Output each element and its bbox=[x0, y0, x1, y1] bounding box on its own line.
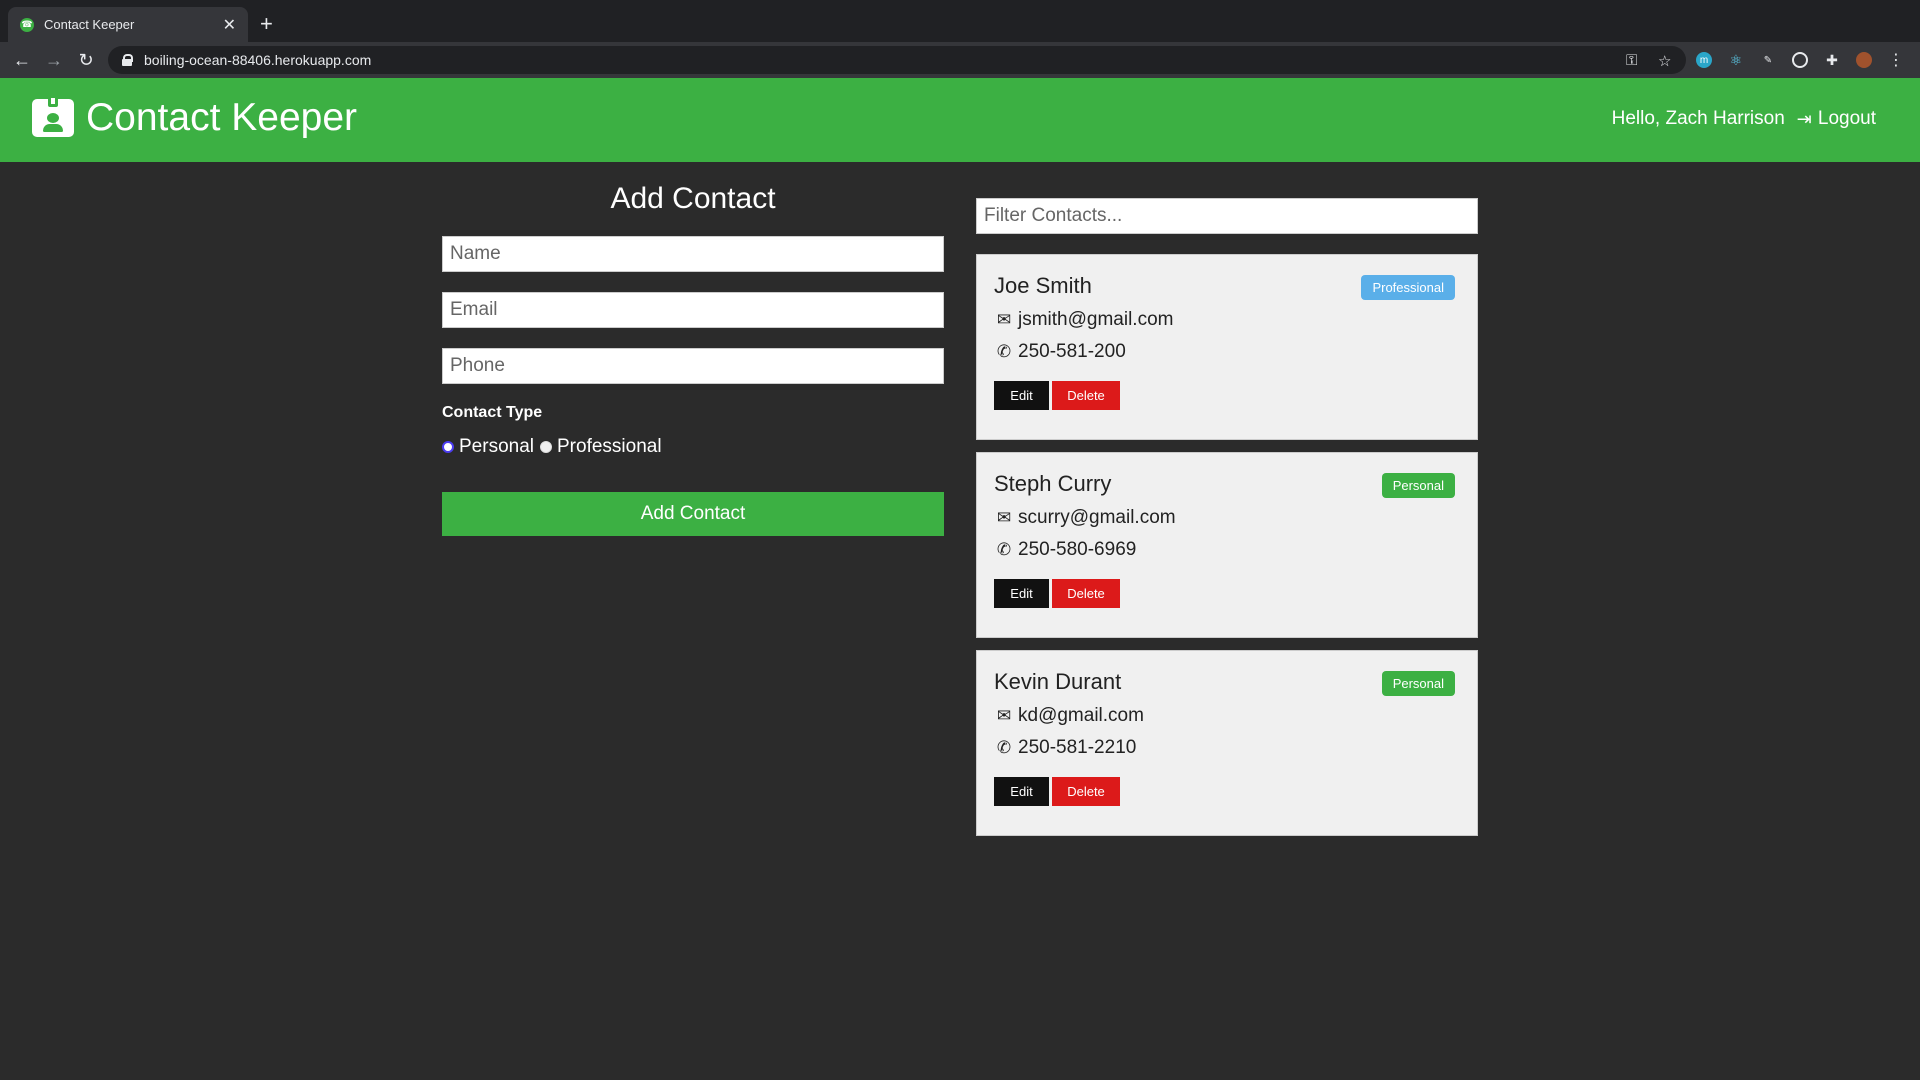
contacts-column: Joe Smith Professional ✉ jsmith@gmail.co… bbox=[976, 198, 1478, 848]
close-tab-icon[interactable]: ✕ bbox=[223, 15, 236, 35]
app-navbar: Contact Keeper Hello, Zach Harrison ⇥ Lo… bbox=[0, 78, 1920, 162]
menu-kebab-icon[interactable]: ⋮ bbox=[1888, 52, 1904, 69]
contact-type-label: Contact Type bbox=[442, 404, 543, 421]
reload-icon[interactable]: ↻ bbox=[74, 48, 98, 72]
address-bar[interactable]: boiling-ocean-88406.herokuapp.com ⚿ ☆ bbox=[108, 46, 1686, 74]
key-icon[interactable]: ⚿ bbox=[1626, 52, 1637, 69]
logout-link[interactable]: ⇥ Logout bbox=[1797, 108, 1876, 130]
forward-icon[interactable]: → bbox=[42, 48, 66, 72]
tab-title: Contact Keeper bbox=[44, 17, 135, 32]
contact-phone-row: ✆ 250-581-200 bbox=[994, 341, 1460, 363]
phone-favicon-icon: ☎ bbox=[20, 17, 34, 32]
envelope-icon: ✉ bbox=[996, 310, 1012, 329]
contact-card: Steph Curry Personal ✉ scurry@gmail.com … bbox=[976, 452, 1478, 638]
edit-button[interactable]: Edit bbox=[994, 777, 1049, 806]
brand-title: Contact Keeper bbox=[86, 96, 358, 139]
brand[interactable]: Contact Keeper bbox=[32, 95, 358, 140]
target-extension-icon[interactable] bbox=[1792, 52, 1808, 68]
contact-email-row: ✉ scurry@gmail.com bbox=[994, 507, 1460, 529]
delete-button[interactable]: Delete bbox=[1052, 777, 1120, 806]
add-contact-form: Add Contact Contact Type Personal Profes… bbox=[442, 182, 944, 536]
contact-phone: 250-581-200 bbox=[1018, 341, 1126, 362]
new-tab-icon[interactable]: + bbox=[260, 12, 273, 36]
url-text: boiling-ocean-88406.herokuapp.com bbox=[144, 52, 372, 68]
lock-icon bbox=[122, 54, 133, 66]
contact-email: kd@gmail.com bbox=[1018, 705, 1144, 726]
personal-radio-label[interactable]: Personal bbox=[459, 436, 534, 458]
delete-button[interactable]: Delete bbox=[1052, 381, 1120, 410]
nav-user-area: Hello, Zach Harrison ⇥ Logout bbox=[1612, 108, 1876, 130]
contact-type-badge: Professional bbox=[1361, 275, 1455, 300]
card-actions: Edit Delete bbox=[994, 381, 1460, 410]
contact-email: scurry@gmail.com bbox=[1018, 507, 1176, 528]
puzzle-extensions-icon[interactable]: ✚ bbox=[1824, 52, 1840, 68]
contact-email-row: ✉ kd@gmail.com bbox=[994, 705, 1460, 727]
phone-input[interactable] bbox=[442, 348, 944, 384]
edit-button[interactable]: Edit bbox=[994, 381, 1049, 410]
contact-email-row: ✉ jsmith@gmail.com bbox=[994, 309, 1460, 331]
profile-avatar[interactable] bbox=[1856, 52, 1872, 68]
contact-phone-row: ✆ 250-581-2210 bbox=[994, 737, 1460, 759]
browser-toolbar: ← → ↻ boiling-ocean-88406.herokuapp.com … bbox=[0, 42, 1920, 78]
contact-email: jsmith@gmail.com bbox=[1018, 309, 1174, 330]
extension-m-icon[interactable]: m bbox=[1696, 52, 1712, 68]
phone-icon: ✆ bbox=[996, 342, 1012, 361]
contact-phone-row: ✆ 250-580-6969 bbox=[994, 539, 1460, 561]
contact-card: Kevin Durant Personal ✉ kd@gmail.com ✆ 2… bbox=[976, 650, 1478, 836]
star-icon[interactable]: ☆ bbox=[1658, 52, 1671, 70]
contact-phone: 250-581-2210 bbox=[1018, 737, 1137, 758]
add-contact-button[interactable]: Add Contact bbox=[442, 492, 944, 536]
form-title: Add Contact bbox=[610, 182, 776, 215]
phone-icon: ✆ bbox=[996, 738, 1012, 757]
contact-card: Joe Smith Professional ✉ jsmith@gmail.co… bbox=[976, 254, 1478, 440]
contact-phone: 250-580-6969 bbox=[1018, 539, 1137, 560]
contact-type-badge: Personal bbox=[1381, 671, 1455, 696]
id-badge-icon bbox=[32, 95, 74, 137]
professional-radio-label[interactable]: Professional bbox=[557, 436, 662, 458]
filter-contacts-input[interactable] bbox=[976, 198, 1478, 234]
contact-type-radios: Personal Professional bbox=[442, 436, 944, 458]
phone-icon: ✆ bbox=[996, 540, 1012, 559]
card-actions: Edit Delete bbox=[994, 579, 1460, 608]
professional-radio[interactable] bbox=[540, 441, 552, 453]
react-devtools-icon[interactable]: ⚛ bbox=[1728, 52, 1744, 68]
card-actions: Edit Delete bbox=[994, 777, 1460, 806]
edit-button[interactable]: Edit bbox=[994, 579, 1049, 608]
envelope-icon: ✉ bbox=[996, 508, 1012, 527]
user-greeting: Hello, Zach Harrison bbox=[1611, 108, 1785, 129]
email-input[interactable] bbox=[442, 292, 944, 328]
back-icon[interactable]: ← bbox=[10, 48, 34, 72]
contact-type-badge: Personal bbox=[1381, 473, 1455, 498]
personal-radio[interactable] bbox=[442, 441, 454, 453]
delete-button[interactable]: Delete bbox=[1052, 579, 1120, 608]
name-input[interactable] bbox=[442, 236, 944, 272]
sign-out-icon: ⇥ bbox=[1796, 108, 1812, 129]
envelope-icon: ✉ bbox=[996, 706, 1012, 725]
browser-tab-bar: ☎ Contact Keeper ✕ + bbox=[0, 0, 1920, 42]
browser-tab[interactable]: ☎ Contact Keeper ✕ bbox=[8, 7, 248, 42]
pen-extension-icon[interactable]: ✎ bbox=[1760, 52, 1776, 68]
logout-label: Logout bbox=[1817, 108, 1876, 129]
